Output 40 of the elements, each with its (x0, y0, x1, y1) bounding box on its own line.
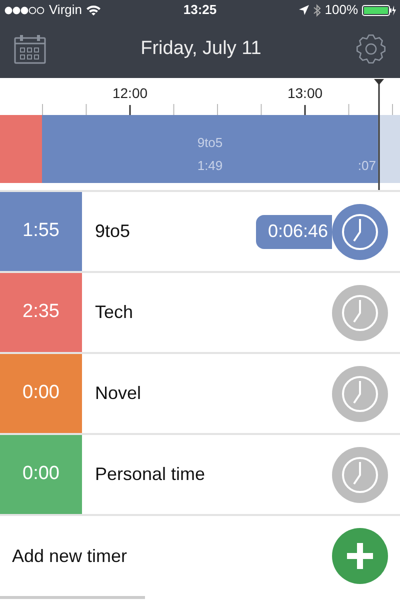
signal-icon (4, 6, 45, 14)
tick-mark (348, 104, 350, 115)
clock-icon (341, 374, 379, 412)
tick-mark (392, 104, 393, 115)
location-icon (298, 5, 309, 15)
segment-label: :07 (358, 157, 376, 175)
battery-percent: 100% (324, 1, 358, 20)
clock-icon (341, 212, 379, 250)
timer-name: Personal time (95, 463, 206, 486)
timer-duration: 0:00 (0, 435, 82, 514)
tick-mark (129, 105, 131, 115)
tick-mark (217, 104, 218, 115)
segment-duration: 1:49 (197, 157, 223, 175)
timer-name: Tech (95, 301, 134, 324)
plus-icon (347, 543, 373, 569)
tick-mark (42, 104, 43, 115)
clock-icon (341, 456, 379, 494)
tick-mark (304, 105, 306, 115)
time-label: 12:00 (112, 84, 148, 103)
elapsed-time: 0:06:46 (256, 214, 332, 248)
timer-name: Novel (95, 382, 142, 405)
calendar-icon[interactable] (14, 34, 46, 64)
timer-name: 9to5 (95, 220, 132, 243)
carrier-name: Virgin (49, 1, 82, 20)
clock-icon (341, 294, 379, 332)
tick-mark (173, 104, 174, 115)
date-title: Friday, July 11 (140, 36, 262, 61)
timer-duration: 2:35 (0, 273, 82, 352)
segment-name: 9to5 (197, 134, 223, 152)
status-time: 13:25 (182, 1, 218, 20)
bluetooth-icon (312, 4, 321, 16)
time-label: 13:00 (287, 84, 323, 103)
timer-duration: 1:55 (0, 192, 82, 271)
tick-mark (260, 104, 262, 115)
add-timer-label: Add new timer (12, 544, 128, 568)
battery-icon (362, 4, 396, 16)
wifi-icon (86, 4, 102, 16)
timer-duration: 0:00 (0, 354, 82, 433)
tick-mark (86, 104, 87, 115)
settings-icon[interactable] (356, 34, 386, 64)
